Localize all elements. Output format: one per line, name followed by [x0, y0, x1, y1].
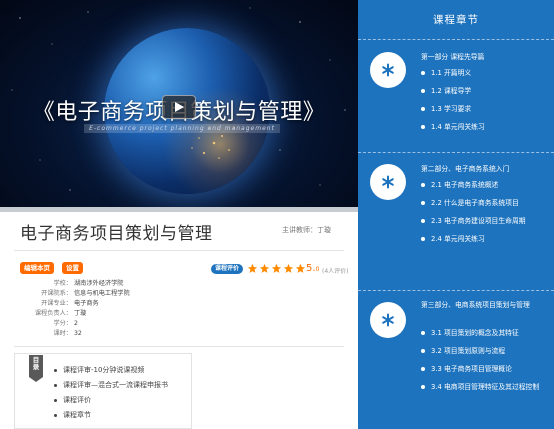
video-subtitle-overlay: E-commerce project planning and manageme… — [84, 124, 280, 133]
asterisk-icon — [382, 63, 394, 77]
divider — [14, 250, 344, 251]
toc-item-chapters[interactable]: 课程章节 — [54, 408, 168, 423]
section-divider — [358, 152, 554, 153]
play-icon — [175, 102, 184, 112]
teacher-name: 主讲教师：丁璇 — [282, 226, 331, 234]
rating-stars — [247, 263, 306, 275]
chapter-item[interactable]: 1.2 课程导学 — [421, 86, 547, 96]
course-video-player[interactable]: 《电子商务项目策划与管理》 E-commerce project plannin… — [0, 0, 358, 207]
chapter-item[interactable]: 3.3 电子商务项目管理概论 — [421, 364, 547, 374]
section-divider — [358, 290, 554, 291]
toc-item-evaluation[interactable]: 课程评价 — [54, 393, 168, 408]
toc-list: 课程评审-10分钟说课视频 课程评审—混合式一流课程申报书 课程评价 课程章节 — [54, 363, 168, 423]
star-icon — [271, 263, 282, 273]
asterisk-icon — [382, 175, 394, 189]
review-count: (4人评价) — [322, 268, 349, 275]
chapter-item[interactable]: 2.3 电子商务建设项目生命周期 — [421, 216, 547, 226]
info-row-credits: 学分： 2 — [53, 320, 78, 327]
info-row-major: 开课专业： 电子商务 — [41, 300, 99, 307]
course-title: 电子商务项目策划与管理 — [20, 224, 213, 244]
chapter-item[interactable]: 3.1 项目策划的概念及其特征 — [421, 328, 547, 338]
star-icon — [283, 263, 294, 273]
info-row-owner: 课程负责人： 丁璇 — [34, 310, 87, 317]
info-row-department: 开课院系： 信息与机电工程学院 — [41, 290, 130, 297]
asterisk-icon — [382, 313, 394, 327]
settings-button[interactable]: 设置 — [62, 262, 83, 274]
chapter-item[interactable]: 1.1 开篇明义 — [421, 68, 547, 78]
chapter-sidebar: 课程章节 第一部分 课程先导篇 1.1 开篇明义 1.2 课程导学 1.3 学习… — [358, 0, 554, 429]
section-3-title[interactable]: 第三部分、电商系统项目策划与管理 — [421, 300, 546, 310]
toc-label: 目录 — [29, 355, 43, 382]
section-1-title[interactable]: 第一部分 课程先导篇 — [421, 52, 546, 62]
course-info-list: 学校： 湖南涉外经济学院 开课院系： 信息与机电工程学院 开课专业： 电子商务 课程负… — [18, 279, 238, 339]
chapter-item[interactable]: 3.2 项目策划原则与流程 — [421, 346, 547, 356]
chapter-item[interactable]: 2.1 电子商务系统概述 — [421, 180, 547, 190]
section-2-items: 2.1 电子商务系统概述 2.2 什么是电子商务系统项目 2.3 电子商务建设项… — [421, 180, 547, 252]
chapter-item[interactable]: 3.4 电商项目管理特征及其过程控制 — [421, 382, 547, 392]
sidebar-title: 课程章节 — [358, 0, 554, 40]
toc-item-video[interactable]: 课程评审-10分钟说课视频 — [54, 363, 168, 378]
course-rating-badge: 课程评价 — [211, 264, 244, 274]
info-row-hours: 课时： 32 — [53, 330, 82, 337]
play-button[interactable] — [162, 95, 196, 119]
rating-score: 5.0 — [306, 263, 320, 274]
section-3-asterisk-icon — [370, 302, 406, 338]
section-3-items: 3.1 项目策划的概念及其特征 3.2 项目策划原则与流程 3.3 电子商务项目… — [421, 328, 547, 400]
video-progress-track — [0, 207, 358, 212]
section-1-asterisk-icon — [370, 52, 406, 88]
divider — [14, 346, 344, 347]
chapter-item[interactable]: 1.4 单元闯关练习 — [421, 122, 547, 132]
edit-page-button[interactable]: 编辑本页 — [20, 262, 54, 274]
chapter-item[interactable]: 2.2 什么是电子商务系统项目 — [421, 198, 547, 208]
chapter-item[interactable]: 2.4 单元闯关练习 — [421, 234, 547, 244]
toc-item-application[interactable]: 课程评审—混合式一流课程申报书 — [54, 378, 168, 393]
section-2-asterisk-icon — [370, 164, 406, 200]
info-row-school: 学校： 湖南涉外经济学院 — [53, 280, 124, 287]
chapter-item[interactable]: 1.3 学习要求 — [421, 104, 547, 114]
star-icon — [247, 263, 258, 273]
star-icon — [259, 263, 270, 273]
star-icon — [295, 263, 306, 273]
section-1-items: 1.1 开篇明义 1.2 课程导学 1.3 学习要求 1.4 单元闯关练习 — [421, 68, 547, 140]
section-2-title[interactable]: 第二部分、电子商务系统入门 — [421, 164, 546, 174]
